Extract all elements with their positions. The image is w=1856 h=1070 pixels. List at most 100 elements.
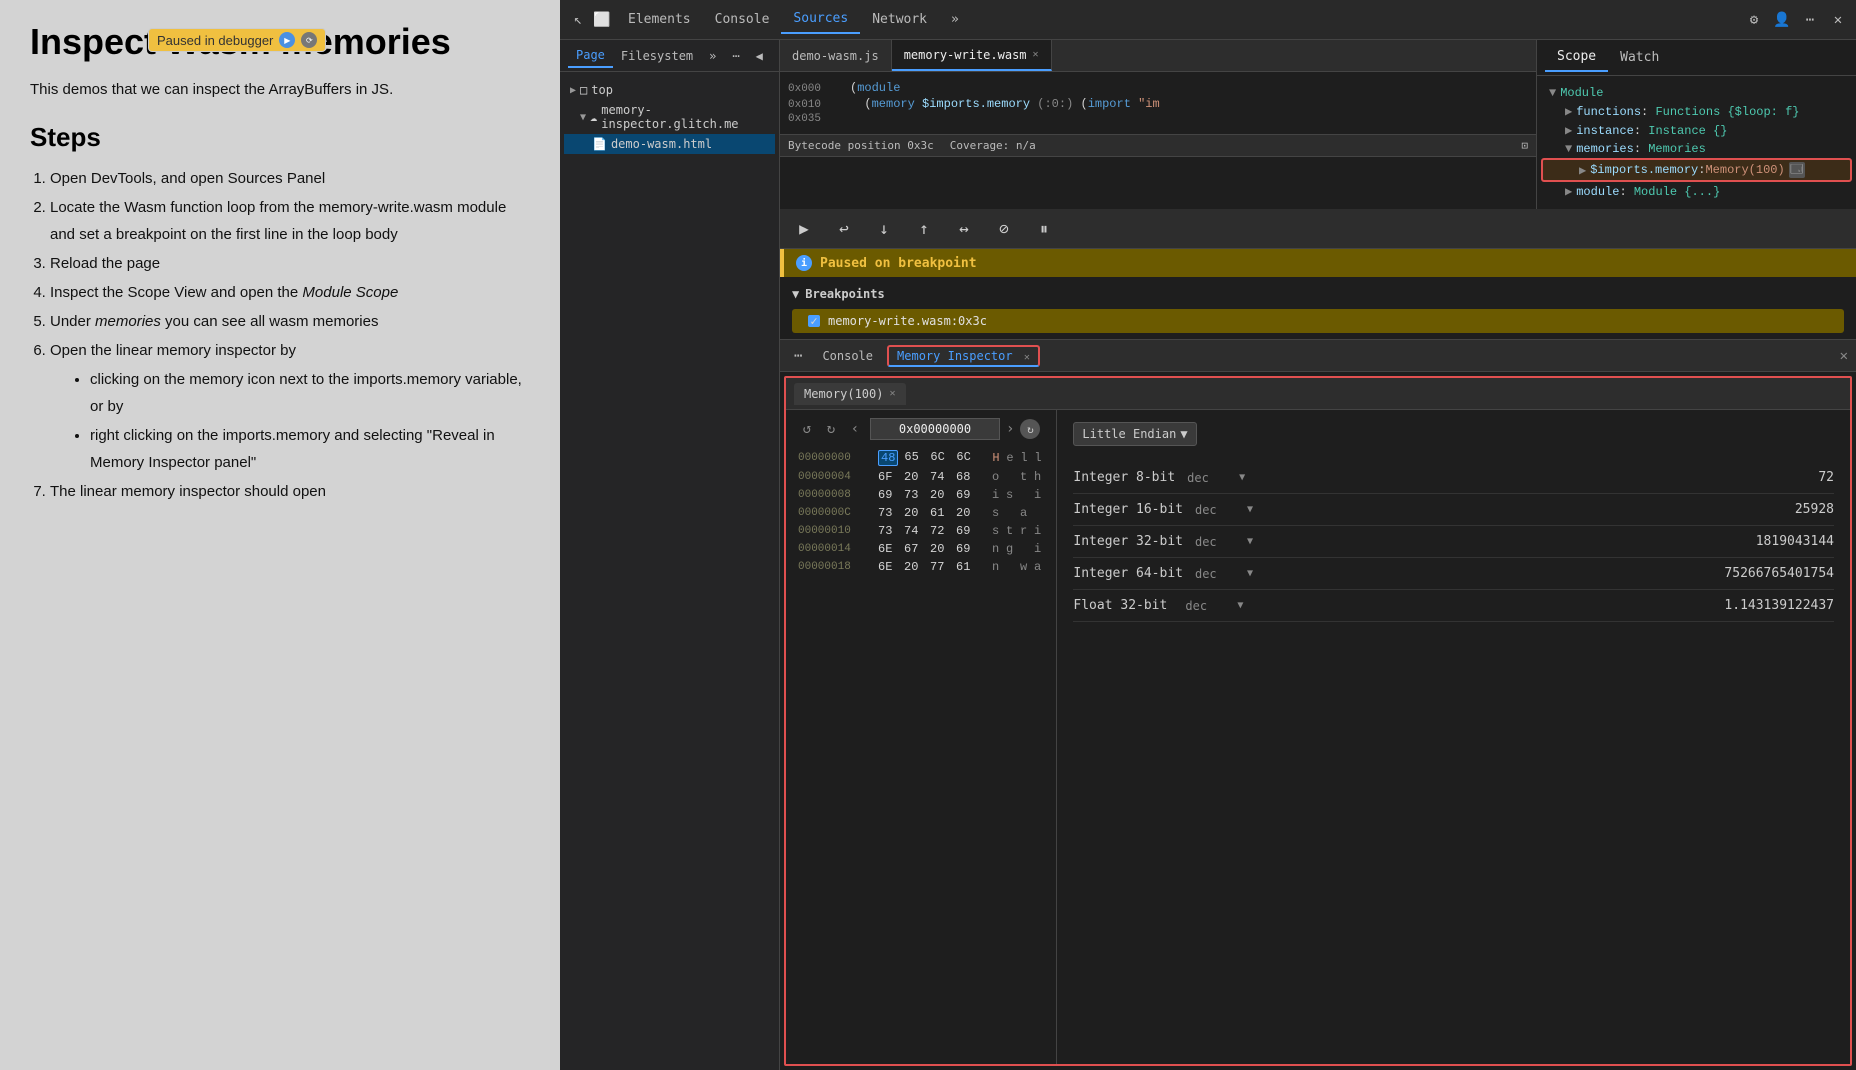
hex-byte-40[interactable]: 73 — [878, 524, 898, 538]
hex-byte-22[interactable]: 20 — [930, 488, 950, 502]
format-arrow-int8[interactable]: ▼ — [1239, 472, 1245, 483]
tab-more[interactable]: » — [939, 6, 971, 33]
hex-byte-31[interactable]: 20 — [904, 506, 924, 520]
close-bottom-panel[interactable]: ✕ — [1840, 348, 1848, 364]
hex-byte-32[interactable]: 61 — [930, 506, 950, 520]
pause-btn[interactable]: ⏸ — [1032, 217, 1056, 241]
code-text-1: (memory $imports.memory (:0:) (import "i… — [850, 97, 1160, 111]
hex-byte-63[interactable]: 61 — [956, 560, 976, 574]
tab-page[interactable]: Page — [568, 44, 613, 68]
step-over-btn[interactable]: ↩ — [832, 217, 856, 241]
tab-elements[interactable]: Elements — [616, 6, 703, 33]
hex-byte-00[interactable]: 48 — [878, 450, 898, 466]
addr-next-btn[interactable]: › — [1006, 421, 1014, 437]
hex-byte-10[interactable]: 6F — [878, 470, 898, 484]
source-options[interactable]: ⋯ — [724, 45, 747, 67]
expand-btn[interactable]: ⊡ — [1521, 139, 1528, 152]
close-wasm-tab[interactable]: ✕ — [1033, 49, 1039, 60]
format-arrow-int64[interactable]: ▼ — [1247, 568, 1253, 579]
hex-byte-12[interactable]: 74 — [930, 470, 950, 484]
hex-byte-13[interactable]: 68 — [956, 470, 976, 484]
hex-byte-60[interactable]: 6E — [878, 560, 898, 574]
hex-byte-21[interactable]: 73 — [904, 488, 924, 502]
hex-byte-61[interactable]: 20 — [904, 560, 924, 574]
step-icon[interactable]: ⟳ — [301, 32, 317, 48]
scope-functions[interactable]: ▶functions: Functions {$loop: f} — [1541, 102, 1852, 121]
addr-refresh-btn[interactable]: ↻ — [1020, 419, 1040, 439]
hex-byte-53[interactable]: 69 — [956, 542, 976, 556]
scope-memories[interactable]: ▼memories: Memories — [1541, 140, 1852, 158]
hex-byte-02[interactable]: 6C — [930, 450, 950, 466]
format-arrow-float32[interactable]: ▼ — [1237, 600, 1243, 611]
tree-top[interactable]: ▶ □ top — [564, 80, 775, 100]
tab-watch[interactable]: Watch — [1608, 44, 1671, 71]
hex-row-0: 00000000 48 65 6C 6C H e — [794, 448, 1048, 468]
bottom-more-btn[interactable]: ⋯ — [788, 348, 808, 364]
tab-more-sources[interactable]: » — [701, 45, 724, 67]
address-input[interactable] — [870, 418, 1000, 440]
step-out-btn[interactable]: ↑ — [912, 217, 936, 241]
more-options-icon[interactable]: ⋯ — [1800, 10, 1820, 30]
profile-icon[interactable]: 👤 — [1772, 10, 1792, 30]
step-3: Reload the page — [50, 250, 530, 277]
hex-byte-51[interactable]: 67 — [904, 542, 924, 556]
close-devtools-icon[interactable]: ✕ — [1828, 10, 1848, 30]
scope-module-entry[interactable]: ▶module: Module {...} — [1541, 182, 1852, 201]
paused-debugger-badge[interactable]: Paused in debugger ▶ ⟳ — [148, 28, 326, 52]
cursor-icon[interactable]: ↖ — [568, 10, 588, 30]
addr-forward-btn[interactable]: ↻ — [822, 421, 840, 437]
hex-byte-23[interactable]: 69 — [956, 488, 976, 502]
inspector-int16: Integer 16-bit dec ▼ 25928 — [1073, 494, 1834, 526]
tab-console[interactable]: Console — [703, 6, 782, 33]
scope-imports-memory[interactable]: ▶ $imports.memory : Memory(100) 🗔 — [1541, 158, 1852, 182]
tree-demo-wasm[interactable]: 📄 demo-wasm.html — [564, 134, 775, 154]
hex-byte-42[interactable]: 72 — [930, 524, 950, 538]
step-back-btn[interactable]: ↔ — [952, 217, 976, 241]
scope-mod-colon: : — [1619, 185, 1633, 199]
tab-scope[interactable]: Scope — [1545, 43, 1608, 72]
file-tab-wasm[interactable]: memory-write.wasm ✕ — [892, 40, 1052, 71]
close-memory-100[interactable]: ✕ — [889, 388, 895, 399]
resume-btn[interactable]: ▶ — [792, 217, 816, 241]
addr-prev-btn[interactable]: ‹ — [846, 421, 864, 437]
hex-byte-52[interactable]: 20 — [930, 542, 950, 556]
endian-select[interactable]: Little Endian ▼ — [1073, 422, 1196, 446]
scope-mem-colon: : — [1634, 142, 1648, 156]
tab-network[interactable]: Network — [860, 6, 939, 33]
scope-module-label: Module — [1560, 86, 1603, 100]
hex-byte-20[interactable]: 69 — [878, 488, 898, 502]
inspect-icon[interactable]: ⬜ — [592, 10, 612, 30]
format-arrow-int16[interactable]: ▼ — [1247, 504, 1253, 515]
hex-panel: ↺ ↻ ‹ › ↻ 00000000 48 — [786, 410, 1057, 1064]
step-into-btn[interactable]: ↓ — [872, 217, 896, 241]
hex-byte-41[interactable]: 74 — [904, 524, 924, 538]
addr-back-btn[interactable]: ↺ — [798, 421, 816, 437]
hex-byte-11[interactable]: 20 — [904, 470, 924, 484]
hex-byte-33[interactable]: 20 — [956, 506, 976, 520]
memory-icon-btn[interactable]: 🗔 — [1789, 162, 1805, 178]
collapse-sidebar-btn[interactable]: ◀ — [748, 45, 771, 67]
tab-console-bottom[interactable]: Console — [812, 345, 883, 367]
hex-byte-30[interactable]: 73 — [878, 506, 898, 520]
scope-instance[interactable]: ▶instance: Instance {} — [1541, 121, 1852, 140]
file-tab-demo-wasm-js[interactable]: demo-wasm.js — [780, 40, 892, 71]
tab-sources[interactable]: Sources — [781, 5, 860, 34]
breakpoint-item-0[interactable]: ✓ memory-write.wasm:0x3c — [792, 309, 1844, 333]
hex-byte-01[interactable]: 65 — [904, 450, 924, 466]
deactivate-btn[interactable]: ⊘ — [992, 217, 1016, 241]
tree-glitch[interactable]: ▼ ☁ memory-inspector.glitch.me — [564, 100, 775, 134]
hex-byte-03[interactable]: 6C — [956, 450, 976, 466]
scope-module[interactable]: ▼Module — [1541, 84, 1852, 102]
memory-tab-100[interactable]: Memory(100) ✕ — [794, 383, 906, 405]
close-memory-tab[interactable]: ✕ — [1024, 352, 1030, 363]
hex-byte-62[interactable]: 77 — [930, 560, 950, 574]
hex-byte-43[interactable]: 69 — [956, 524, 976, 538]
tab-memory-inspector[interactable]: Memory Inspector ✕ — [887, 345, 1040, 367]
format-int64: dec — [1195, 567, 1235, 581]
settings-icon[interactable]: ⚙ — [1744, 10, 1764, 30]
format-arrow-int32[interactable]: ▼ — [1247, 536, 1253, 547]
hex-byte-50[interactable]: 6E — [878, 542, 898, 556]
breakpoints-header[interactable]: ▼ Breakpoints — [792, 283, 1844, 305]
tab-filesystem[interactable]: Filesystem — [613, 45, 701, 67]
resume-icon[interactable]: ▶ — [279, 32, 295, 48]
